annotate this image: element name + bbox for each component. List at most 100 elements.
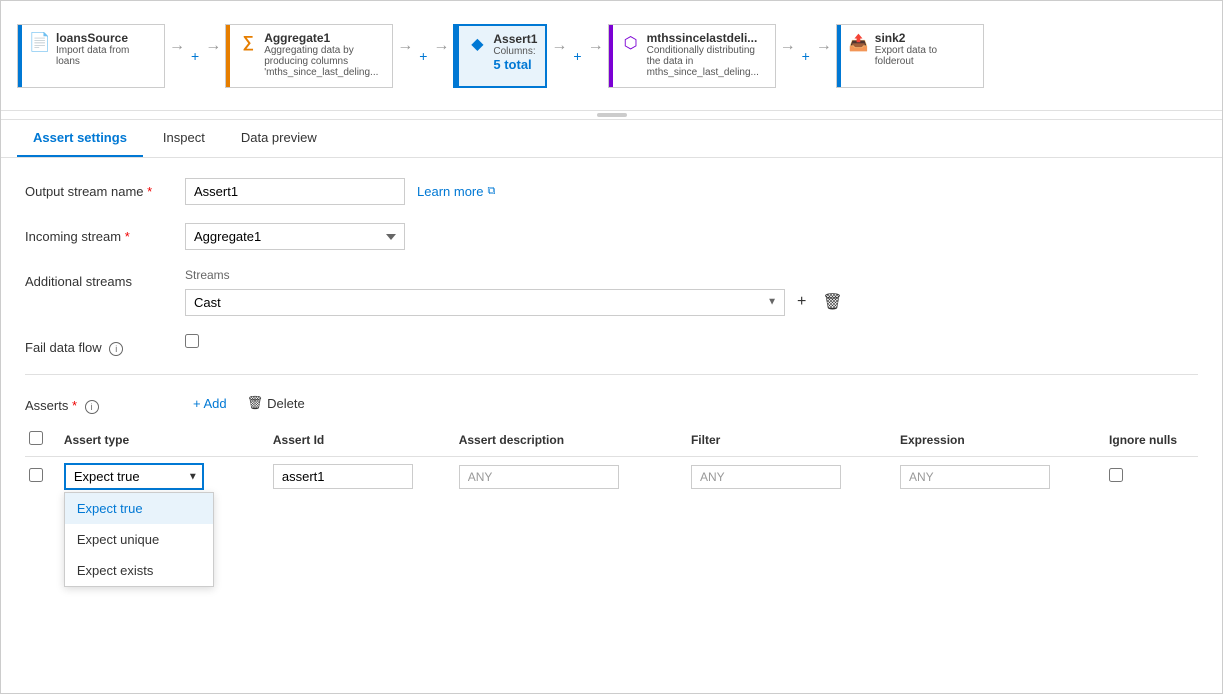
header-assert-desc: Assert description <box>455 423 687 457</box>
node-text-sink: sink2 Export data to folderout <box>875 31 975 67</box>
dropdown-item-expect-exists[interactable]: Expect exists <box>65 555 213 586</box>
output-stream-label: Output stream name * <box>25 178 185 199</box>
content-area: Output stream name * Learn more ⧉ Incomi… <box>1 158 1222 693</box>
learn-more-link[interactable]: Learn more ⧉ <box>417 184 495 199</box>
header-assert-type: Assert type <box>60 423 269 457</box>
tab-data-preview[interactable]: Data preview <box>225 120 333 157</box>
assert-id-input[interactable] <box>273 464 413 489</box>
pipeline-bar: 📄 loansSource Import data from loans → +… <box>1 1 1222 111</box>
pipeline-node-loans-source[interactable]: 📄 loansSource Import data from loans <box>17 24 165 88</box>
assert-type-dropdown-container: Expect true Expect unique Expect exists … <box>64 463 204 490</box>
assert-icon: ◆ <box>467 34 487 54</box>
add-node-2[interactable]: + <box>417 48 429 64</box>
minimize-bar <box>1 111 1222 120</box>
add-node-3[interactable]: + <box>571 48 583 64</box>
node-title-agg: Aggregate1 <box>264 31 384 45</box>
sink-icon: 📤 <box>849 33 869 53</box>
node-columns-count: 5 total <box>493 57 537 72</box>
node-subtitle-mths: Conditionally distributing the data in m… <box>647 45 767 78</box>
streams-select[interactable]: Cast <box>185 289 785 316</box>
additional-streams-label: Additional streams <box>25 268 185 289</box>
pipeline-node-aggregate1[interactable]: ∑ Aggregate1 Aggregating data by produci… <box>225 24 393 88</box>
arrow-3b: → <box>584 37 608 55</box>
fail-data-flow-info-icon[interactable]: i <box>109 342 123 356</box>
header-filter: Filter <box>687 423 896 457</box>
node-box-loans-source[interactable]: 📄 loansSource Import data from loans <box>17 24 165 88</box>
node-subtitle-agg: Aggregating data by producing columns 'm… <box>264 45 384 78</box>
assert-desc-input[interactable] <box>459 465 619 489</box>
assert-type-select-wrapper: Expect true Expect unique Expect exists … <box>64 463 204 490</box>
node-title-mths: mthssincelastdeli... <box>647 31 767 45</box>
incoming-stream-row: Incoming stream * Aggregate1 <box>25 223 1198 250</box>
node-columns-label: Columns: <box>493 46 537 57</box>
node-text-mths: mthssincelastdeli... Conditionally distr… <box>647 31 767 78</box>
node-box-assert1[interactable]: ◆ Assert1 Columns: 5 total <box>453 24 547 88</box>
node-inner-sink: 📤 sink2 Export data to folderout <box>841 25 983 87</box>
aggregate-icon: ∑ <box>238 33 258 53</box>
node-box-sink2[interactable]: 📤 sink2 Export data to folderout <box>836 24 984 88</box>
arrow-2: → <box>393 37 417 55</box>
delete-assert-button[interactable]: 🗑 Delete <box>239 391 313 415</box>
expression-input[interactable] <box>900 465 1050 489</box>
node-box-mths[interactable]: ⬡ mthssincelastdeli... Conditionally dis… <box>608 24 776 88</box>
add-node-1[interactable]: + <box>189 48 201 64</box>
main-container: 📄 loansSource Import data from loans → +… <box>0 0 1223 694</box>
external-link-icon: ⧉ <box>487 185 495 198</box>
pipeline-node-assert1[interactable]: ◆ Assert1 Columns: 5 total <box>453 24 547 88</box>
tab-assert-settings[interactable]: Assert settings <box>17 120 143 157</box>
arrow-4b: → <box>812 37 836 55</box>
streams-select-wrapper: Cast ▼ <box>185 289 785 316</box>
dropdown-item-expect-true[interactable]: Expect true <box>65 493 213 524</box>
additional-streams-row: Additional streams Streams Cast ▼ + 🗑 <box>25 268 1198 316</box>
asserts-table-container: Assert type Assert Id Assert description… <box>25 423 1198 496</box>
add-node-4[interactable]: + <box>800 48 812 64</box>
tab-inspect[interactable]: Inspect <box>147 120 221 157</box>
row-checkbox[interactable] <box>29 468 43 482</box>
streams-row: Cast ▼ + 🗑 <box>185 288 1198 316</box>
node-title-sink: sink2 <box>875 31 975 45</box>
node-inner-mths: ⬡ mthssincelastdeli... Conditionally dis… <box>613 25 775 87</box>
asserts-label: Asserts * i <box>25 392 185 414</box>
delete-stream-button[interactable]: 🗑 <box>818 288 846 316</box>
pipeline-node-sink2[interactable]: 📤 sink2 Export data to folderout <box>836 24 984 88</box>
fail-data-flow-label: Fail data flow i <box>25 334 185 356</box>
assert-id-cell <box>269 457 455 497</box>
pipeline-node-mths[interactable]: ⬡ mthssincelastdeli... Conditionally dis… <box>608 24 776 88</box>
fail-data-flow-checkbox[interactable] <box>185 334 199 348</box>
ignore-nulls-cell <box>1105 457 1198 497</box>
filter-input[interactable] <box>691 465 841 489</box>
ignore-nulls-checkbox[interactable] <box>1109 468 1123 482</box>
additional-streams-controls: Streams Cast ▼ + 🗑 <box>185 268 1198 316</box>
assert-desc-cell <box>455 457 687 497</box>
node-inner-agg: ∑ Aggregate1 Aggregating data by produci… <box>230 25 392 87</box>
arrow-4: → <box>776 37 800 55</box>
output-stream-controls: Learn more ⧉ <box>185 178 1198 205</box>
node-text-agg: Aggregate1 Aggregating data by producing… <box>264 31 384 78</box>
add-stream-button[interactable]: + <box>793 289 810 315</box>
node-title-assert: Assert1 <box>493 32 537 46</box>
incoming-stream-controls: Aggregate1 <box>185 223 1198 250</box>
divider <box>25 374 1198 375</box>
node-inner: 📄 loansSource Import data from loans <box>22 25 164 87</box>
asserts-info-icon[interactable]: i <box>85 400 99 414</box>
incoming-stream-select-wrapper: Aggregate1 <box>185 223 405 250</box>
assert-type-cell: Expect true Expect unique Expect exists … <box>60 457 269 497</box>
add-assert-button[interactable]: + Add <box>185 391 235 415</box>
output-stream-name-input[interactable] <box>185 178 405 205</box>
assert-type-select[interactable]: Expect true Expect unique Expect exists <box>64 463 204 490</box>
loans-source-icon: 📄 <box>30 33 50 53</box>
minimize-handle[interactable] <box>597 113 627 117</box>
incoming-stream-select[interactable]: Aggregate1 <box>185 223 405 250</box>
mths-icon: ⬡ <box>621 33 641 53</box>
streams-sublabel: Streams <box>185 268 1198 282</box>
node-subtitle-sink: Export data to folderout <box>875 45 975 67</box>
row-checkbox-cell <box>25 457 60 497</box>
delete-icon: 🗑 <box>247 395 264 411</box>
node-box-aggregate1[interactable]: ∑ Aggregate1 Aggregating data by produci… <box>225 24 393 88</box>
dropdown-item-expect-unique[interactable]: Expect unique <box>65 524 213 555</box>
node-text-assert: Assert1 Columns: 5 total <box>493 32 537 72</box>
node-subtitle: Import data from loans <box>56 45 156 67</box>
output-stream-row: Output stream name * Learn more ⧉ <box>25 178 1198 205</box>
select-all-checkbox[interactable] <box>29 431 43 445</box>
asserts-actions: + Add 🗑 Delete <box>185 391 313 415</box>
